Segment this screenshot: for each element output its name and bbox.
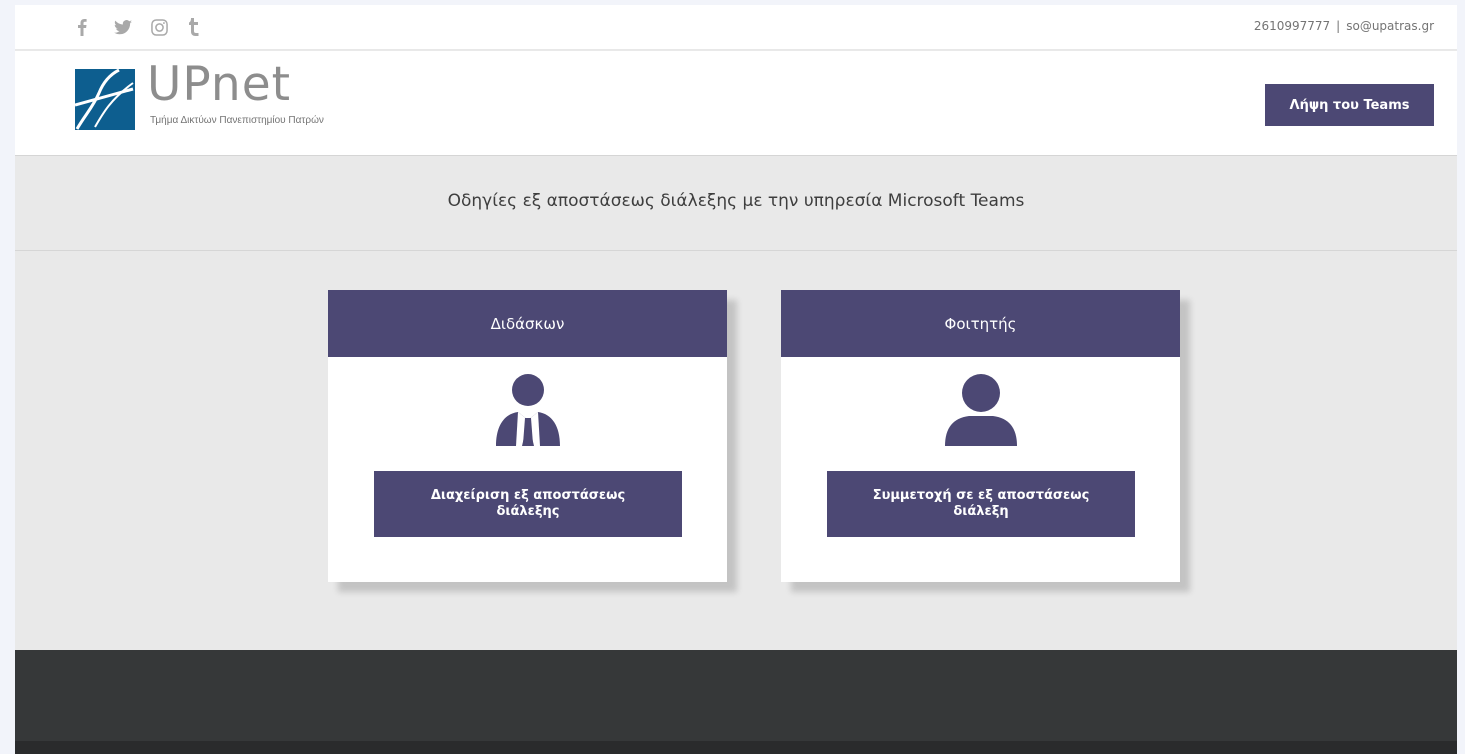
- footer-bottom-bar: [15, 741, 1457, 754]
- download-teams-button[interactable]: Λήψη του Teams: [1265, 84, 1434, 126]
- student-icon: [944, 374, 1017, 446]
- phone-number[interactable]: 2610997777: [1254, 19, 1330, 33]
- card-heading: Φοιτητής: [781, 290, 1180, 357]
- email-link[interactable]: so@upatras.gr: [1346, 19, 1434, 33]
- teacher-icon: [495, 374, 560, 446]
- contact-separator: |: [1336, 19, 1341, 33]
- logo-subtitle: Τμήμα Δικτύων Πανεπιστημίου Πατρών: [150, 115, 324, 126]
- social-links: [77, 16, 225, 38]
- tumblr-icon[interactable]: [188, 16, 225, 38]
- top-bar: 2610997777 | so@upatras.gr: [15, 5, 1457, 50]
- instagram-icon[interactable]: [151, 16, 188, 38]
- upnet-logo-icon: [75, 69, 135, 130]
- contact-info: 2610997777 | so@upatras.gr: [1254, 19, 1434, 33]
- footer: [15, 650, 1457, 741]
- title-band: Οδηγίες εξ αποστάσεως διάλεξης με την υπ…: [15, 157, 1457, 251]
- card-heading: Διδάσκων: [328, 290, 727, 357]
- twitter-icon[interactable]: [114, 16, 151, 38]
- student-card: Φοιτητής Συμμετοχή σε εξ αποστάσεως διάλ…: [781, 290, 1180, 582]
- logo-name: UPnet: [147, 57, 292, 112]
- facebook-icon[interactable]: [77, 16, 114, 38]
- page: 2610997777 | so@upatras.gr UPnet Τμήμα Δικ…: [15, 5, 1457, 754]
- teacher-card: Διδάσκων Διαχείριση εξ αποστάσεως διάλεξ…: [328, 290, 727, 582]
- manage-lecture-button[interactable]: Διαχείριση εξ αποστάσεως διάλεξης: [374, 471, 682, 537]
- logo[interactable]: UPnet Τμήμα Δικτύων Πανεπιστημίου Πατρών: [75, 61, 389, 130]
- site-header: UPnet Τμήμα Δικτύων Πανεπιστημίου Πατρών…: [15, 51, 1457, 156]
- logo-text: UPnet Τμήμα Δικτύων Πανεπιστημίου Πατρών: [147, 61, 389, 130]
- page-title: Οδηγίες εξ αποστάσεως διάλεξης με την υπ…: [447, 191, 1025, 211]
- join-lecture-button[interactable]: Συμμετοχή σε εξ αποστάσεως διάλεξη: [827, 471, 1135, 537]
